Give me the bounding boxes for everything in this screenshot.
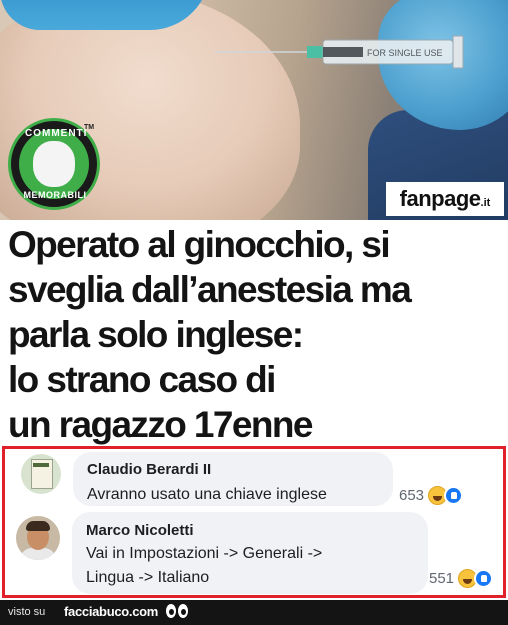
comment-author[interactable]: Claudio Berardi II [87,461,211,478]
reaction-summary[interactable]: 551 [429,569,494,588]
headline-line: lo strano caso di [8,359,276,400]
avatar[interactable] [21,454,61,494]
comment-bubble: Claudio Berardi II Avranno usato una chi… [73,452,393,506]
reaction-count: 653 [399,487,425,504]
reaction-count: 551 [429,570,455,587]
seen-on-label: visto su [8,606,46,618]
fanpage-logo-tld: .it [480,197,491,209]
headline-line: parla solo inglese: [8,314,304,355]
fanpage-logo-text: fanpage [399,186,481,211]
article-photo: FOR SINGLE USE COMMENTI MEMORABILI TM fa… [0,0,508,220]
badge-text-top: COMMENTI [25,128,88,139]
article-headline: Operato al ginocchio, si sveglia dall’an… [8,222,503,447]
headline-line: Operato al ginocchio, si [8,224,391,265]
headline-line: sveglia dall’anestesia ma [8,269,412,310]
commenti-memorabili-logo: COMMENTI MEMORABILI [8,118,100,210]
fanpage-logo: fanpage .it [386,182,504,216]
like-icon [444,486,464,505]
syringe-image: FOR SINGLE USE [215,35,464,69]
footer-bar: visto su facciabuco.com [0,600,508,625]
comment-text: Vai in Impostazioni -> Generali -> Lingu… [86,542,322,590]
reaction-summary[interactable]: 653 [399,486,464,505]
comment-text-line: Lingua -> Italiano [86,569,210,586]
eyes-icon [166,604,188,618]
syringe-label: FOR SINGLE USE [367,48,443,58]
comments-panel: Claudio Berardi II Avranno usato una chi… [2,446,506,598]
avatar[interactable] [16,516,60,560]
like-icon [474,569,494,588]
badge-text-bottom: MEMORABILI [23,190,87,200]
comment-text: Avranno usato una chiave inglese [87,486,327,503]
headline-line: un ragazzo 17enne [8,404,313,445]
site-link[interactable]: facciabuco.com [64,604,158,619]
trademark-mark: TM [84,124,95,131]
bearded-face-icon [33,141,75,187]
comment-bubble: Marco Nicoletti Vai in Impostazioni -> G… [72,512,428,594]
comment-author[interactable]: Marco Nicoletti [86,522,194,539]
comment-text-line: Vai in Impostazioni -> Generali -> [86,545,323,562]
